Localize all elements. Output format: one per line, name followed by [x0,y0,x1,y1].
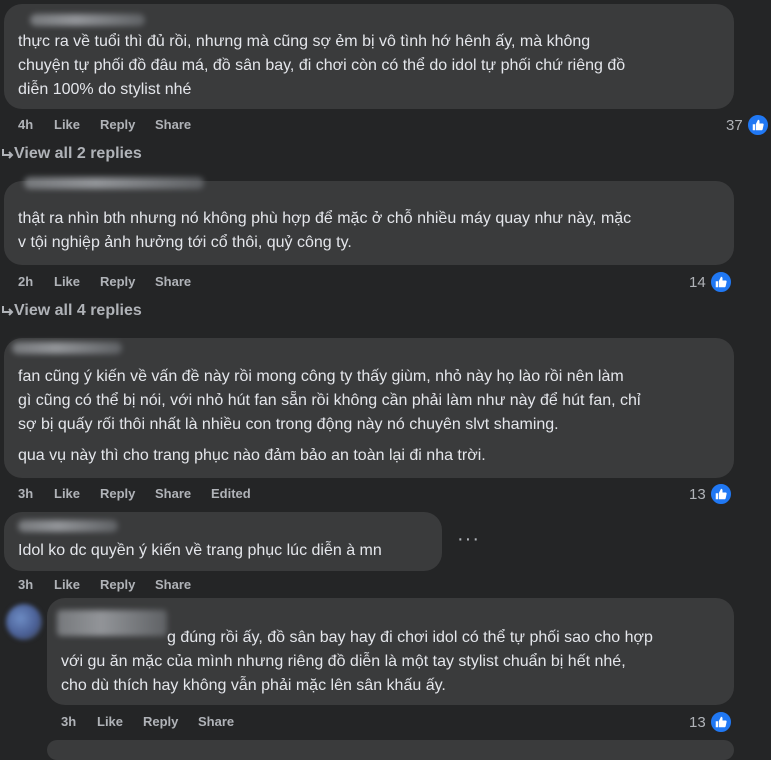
reaction-number: 14 [689,273,706,291]
comment-text-line: fan cũng ý kiến về vấn đề này rồi mong c… [18,368,624,385]
share-button[interactable]: Share [198,714,234,729]
avatar[interactable] [6,604,42,640]
comment-text-line: Idol ko dc quyền ý kiến về trang phục lú… [18,542,382,559]
comment-bubble-1: thực ra về tuổi thì đủ rồi, nhưng mà cũn… [4,4,734,109]
comment-text-line: v tội nghiệp ảnh hưởng tới cổ thôi, quỷ … [18,234,352,251]
share-button[interactable]: Share [155,274,191,289]
comment-actions: 3h Like Reply Share [18,577,191,592]
like-reaction-icon [745,113,770,137]
comment-text-line: sợ bị quấy rối thôi nhất là nhiều con tr… [18,416,559,433]
comment-bubble-5: g đúng rồi ấy, đồ sân bay hay đi chơi id… [47,598,734,705]
comment-bubble-3: fan cũng ý kiến về vấn đề này rồi mong c… [4,338,734,478]
share-button[interactable]: Share [155,577,191,592]
like-button[interactable]: Like [97,714,143,729]
timestamp[interactable]: 2h [18,274,54,289]
reply-button[interactable]: Reply [100,274,155,289]
reaction-number: 13 [689,485,706,503]
reply-arrow-icon [2,306,14,316]
author-name-blurred[interactable] [24,177,204,189]
reaction-count[interactable]: 14 [689,270,733,294]
timestamp[interactable]: 3h [18,486,54,501]
like-button[interactable]: Like [54,577,100,592]
comment-bubble-4: Idol ko dc quyền ý kiến về trang phục lú… [4,512,442,571]
reaction-count[interactable]: 13 [689,710,733,734]
like-reaction-icon [708,482,733,506]
comment-actions: 3h Like Reply Share Edited [18,486,251,501]
share-button[interactable]: Share [155,117,191,132]
comment-text-line: gì cũng có thể bị nói, với nhỏ hút fan s… [18,392,641,409]
comment-text-line: thực ra về tuổi thì đủ rồi, nhưng mà cũn… [18,33,591,50]
like-reaction-icon [708,270,733,294]
view-replies-link[interactable]: View all 2 replies [0,145,142,163]
like-button[interactable]: Like [54,486,100,501]
comment-text-line: với gu ăn mặc của mình nhưng riêng đồ di… [61,653,626,670]
view-replies-link[interactable]: View all 4 replies [0,302,142,320]
comment-bubble-partial [47,740,734,760]
reply-button[interactable]: Reply [143,714,198,729]
comment-actions: 3h Like Reply Share [61,714,234,729]
more-options-icon[interactable]: ··· [457,528,480,551]
reaction-count[interactable]: 13 [689,482,733,506]
reaction-number: 13 [689,713,706,731]
reply-button[interactable]: Reply [100,577,155,592]
author-name-blurred[interactable] [12,342,122,354]
like-button[interactable]: Like [54,274,100,289]
like-button[interactable]: Like [54,117,100,132]
like-reaction-icon [708,710,733,734]
timestamp[interactable]: 3h [18,577,54,592]
view-replies-label: View all 2 replies [14,145,142,162]
view-replies-label: View all 4 replies [14,302,142,319]
comment-text-line: g đúng rồi ấy, đồ sân bay hay đi chơi id… [167,629,653,646]
timestamp[interactable]: 3h [61,714,97,729]
comment-text-line: chuyện tự phối đồ đâu má, đồ sân bay, đi… [18,57,626,74]
reaction-number: 37 [726,116,743,134]
reaction-count[interactable]: 37 [726,113,770,137]
comment-text-line: cho dù thích hay không vẫn phải mặc lên … [61,677,446,694]
author-name-blurred[interactable] [30,14,145,26]
reply-button[interactable]: Reply [100,486,155,501]
timestamp[interactable]: 4h [18,117,54,132]
comment-text-line: diễn 100% do stylist nhé [18,81,192,98]
edited-label[interactable]: Edited [211,486,251,501]
author-name-blurred[interactable] [18,520,118,532]
comment-text-line: qua vụ này thì cho trang phục nào đảm bả… [18,447,486,464]
author-name-blurred[interactable] [57,610,167,636]
comment-text-line: thật ra nhìn bth nhưng nó không phù hợp … [18,210,632,227]
comment-actions: 2h Like Reply Share [18,274,191,289]
comment-actions: 4h Like Reply Share [18,117,191,132]
reply-button[interactable]: Reply [100,117,155,132]
reply-arrow-icon [2,149,14,159]
share-button[interactable]: Share [155,486,211,501]
comment-bubble-2: thật ra nhìn bth nhưng nó không phù hợp … [4,177,734,265]
